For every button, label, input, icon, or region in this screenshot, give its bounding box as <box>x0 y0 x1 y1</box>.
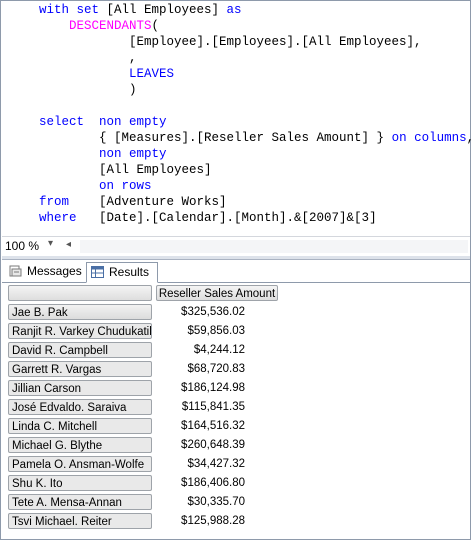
value-cell[interactable]: $68,720.83 <box>156 361 276 378</box>
results-grid-icon <box>91 266 104 278</box>
code-line: [Employee].[Employees].[All Employees], <box>39 35 422 49</box>
row-header[interactable]: José Edvaldo. Saraiva <box>8 399 152 415</box>
row-header[interactable]: Ranjit R. Varkey Chudukatil <box>8 323 152 339</box>
code-line: { [Measures].[Reseller Sales Amount] } o… <box>39 131 471 145</box>
value-cell[interactable]: $4,244.12 <box>156 342 276 359</box>
query-editor[interactable]: with set [All Employees] as DESCENDANTS(… <box>2 2 471 236</box>
grid-corner-cell[interactable] <box>8 285 152 301</box>
row-header[interactable]: Pamela O. Ansman-Wolfe <box>8 456 152 472</box>
zoom-level[interactable]: 100 % <box>5 239 39 253</box>
horizontal-scrollbar[interactable] <box>80 240 468 253</box>
chevron-down-icon[interactable]: ▾ <box>48 238 53 249</box>
results-pane: Reseller Sales Amount Jae B. Pak $325,536… <box>2 283 470 539</box>
row-header[interactable]: Shu K. Ito <box>8 475 152 491</box>
code-line: with set [All Employees] as <box>39 3 242 17</box>
tab-results-label: Results <box>109 265 150 279</box>
code-line: non empty <box>99 147 167 161</box>
row-header[interactable]: Garrett R. Vargas <box>8 361 152 377</box>
value-cell[interactable]: $186,124.98 <box>156 380 276 397</box>
column-header[interactable]: Reseller Sales Amount <box>156 285 278 301</box>
value-cell[interactable]: $115,841.35 <box>156 399 276 416</box>
zoom-bar: 100 % ▾ ◂ <box>2 236 470 256</box>
tab-messages[interactable]: Messages <box>5 262 85 281</box>
code-line: from [Adventure Works] <box>39 195 227 209</box>
tab-results[interactable]: Results <box>86 262 158 283</box>
tab-messages-label: Messages <box>27 264 82 278</box>
row-header[interactable]: Michael G. Blythe <box>8 437 152 453</box>
row-header[interactable]: Linda C. Mitchell <box>8 418 152 434</box>
scroll-left-icon[interactable]: ◂ <box>66 239 71 250</box>
code-line: select non empty <box>39 115 167 129</box>
query-code[interactable]: with set [All Employees] as DESCENDANTS(… <box>39 2 471 226</box>
value-cell[interactable]: $59,856.03 <box>156 323 276 340</box>
code-line: where [Date].[Calendar].[Month].&[2007]&… <box>39 211 377 225</box>
row-header[interactable]: Jillian Carson <box>8 380 152 396</box>
value-cell[interactable]: $325,536.02 <box>156 304 276 321</box>
value-cell[interactable]: $30,335.70 <box>156 494 276 511</box>
row-header[interactable]: Tsvi Michael. Reiter <box>8 513 152 529</box>
messages-icon <box>9 265 22 277</box>
value-cell[interactable]: $164,516.32 <box>156 418 276 435</box>
code-line: , <box>39 51 137 65</box>
query-window: with set [All Employees] as DESCENDANTS(… <box>0 0 471 540</box>
value-cell[interactable]: $125,988.28 <box>156 513 276 530</box>
row-header[interactable]: David R. Campbell <box>8 342 152 358</box>
code-line: ) <box>39 83 137 97</box>
value-cell[interactable]: $34,427.32 <box>156 456 276 473</box>
value-cell[interactable]: $260,648.39 <box>156 437 276 454</box>
code-line: on rows <box>99 179 152 193</box>
code-line: DESCENDANTS( <box>69 19 160 33</box>
code-line: LEAVES <box>129 67 175 81</box>
row-header[interactable]: Jae B. Pak <box>8 304 152 320</box>
results-tabstrip: Messages Results <box>2 260 470 283</box>
value-cell[interactable]: $186,406.80 <box>156 475 276 492</box>
code-line: [All Employees] <box>39 163 212 177</box>
row-header[interactable]: Tete A. Mensa-Annan <box>8 494 152 510</box>
